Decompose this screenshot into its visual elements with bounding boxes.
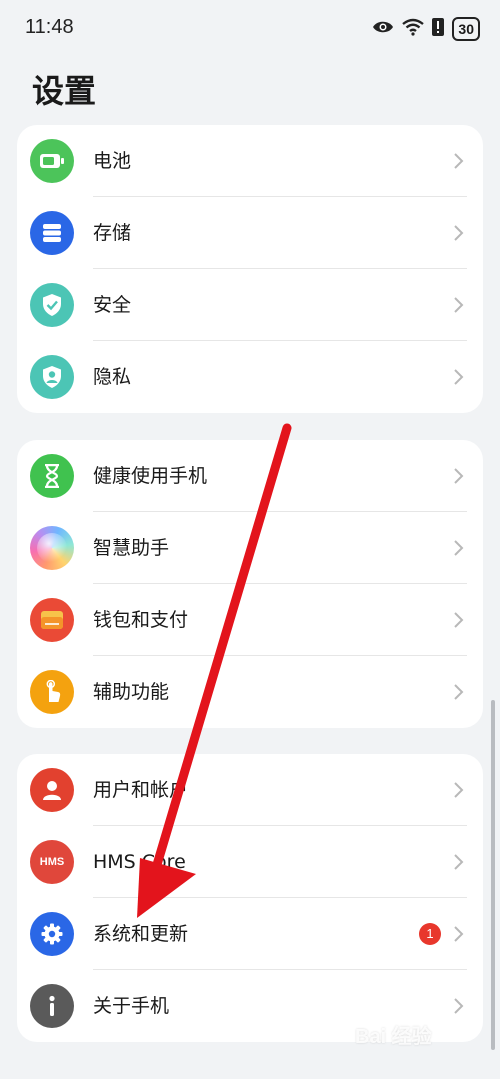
status-time: 11:48 [25,16,74,38]
settings-item-accessibility[interactable]: 辅助功能 [17,656,483,728]
shield-icon [30,283,74,327]
chevron-right-icon [454,998,464,1014]
settings-group-3: 用户和帐户 HMS HMS Core 系统和更新 1 关于手机 [17,754,483,1042]
status-icons: 30 [372,16,480,42]
settings-item-privacy[interactable]: 隐私 [17,341,483,413]
status-bar: 11:48 30 [0,0,500,58]
hand-pointer-icon [30,670,74,714]
eye-icon [372,19,394,39]
chevron-right-icon [454,297,464,313]
settings-item-label: 关于手机 [93,995,170,1017]
chevron-right-icon [454,369,464,385]
settings-item-label: 钱包和支付 [93,609,189,631]
settings-item-label: 用户和帐户 [93,779,189,801]
settings-item-label: 健康使用手机 [93,465,208,487]
chevron-right-icon [454,153,464,169]
settings-group-2: 健康使用手机 智慧助手 钱包和支付 辅助功能 [17,440,483,728]
alert-icon [432,18,445,40]
settings-item-label: 智慧助手 [93,537,170,559]
chevron-right-icon [454,926,464,942]
watermark: Bai 经验 [355,1026,432,1048]
hms-core-icon-text: HMS [39,856,65,868]
settings-item-hms-core[interactable]: HMS HMS Core [17,826,483,898]
chevron-right-icon [454,782,464,798]
storage-icon [30,211,74,255]
privacy-icon [30,355,74,399]
settings-group-1: 电池 存储 安全 隐私 [17,125,483,413]
info-icon [30,984,74,1028]
settings-item-wallet[interactable]: 钱包和支付 [17,584,483,656]
user-icon [30,768,74,812]
wifi-icon [402,18,425,40]
settings-item-label: HMS Core [93,851,186,873]
gear-icon [30,912,74,956]
settings-item-label: 存储 [93,222,132,244]
settings-item-security[interactable]: 安全 [17,269,483,341]
settings-item-users-accounts[interactable]: 用户和帐户 [17,754,483,826]
settings-item-storage[interactable]: 存储 [17,197,483,269]
settings-item-assistant[interactable]: 智慧助手 [17,512,483,584]
hourglass-icon [30,454,74,498]
hms-core-icon: HMS [30,840,74,884]
page-title: 设置 [32,72,97,110]
chevron-right-icon [454,540,464,556]
settings-item-label: 安全 [93,294,132,316]
battery-icon [30,139,74,183]
battery-indicator: 30 [452,17,480,41]
assistant-icon [30,526,74,570]
scrollbar[interactable] [491,700,495,1050]
settings-item-label: 系统和更新 [93,923,189,945]
chevron-right-icon [454,225,464,241]
settings-item-digital-balance[interactable]: 健康使用手机 [17,440,483,512]
chevron-right-icon [454,468,464,484]
chevron-right-icon [454,684,464,700]
notification-badge: 1 [419,923,441,945]
settings-item-label: 辅助功能 [93,681,170,703]
settings-item-battery[interactable]: 电池 [17,125,483,197]
wallet-icon [30,598,74,642]
settings-item-label: 隐私 [93,366,132,388]
chevron-right-icon [454,612,464,628]
settings-item-label: 电池 [93,150,132,172]
settings-item-system-updates[interactable]: 系统和更新 1 [17,898,483,970]
chevron-right-icon [454,854,464,870]
